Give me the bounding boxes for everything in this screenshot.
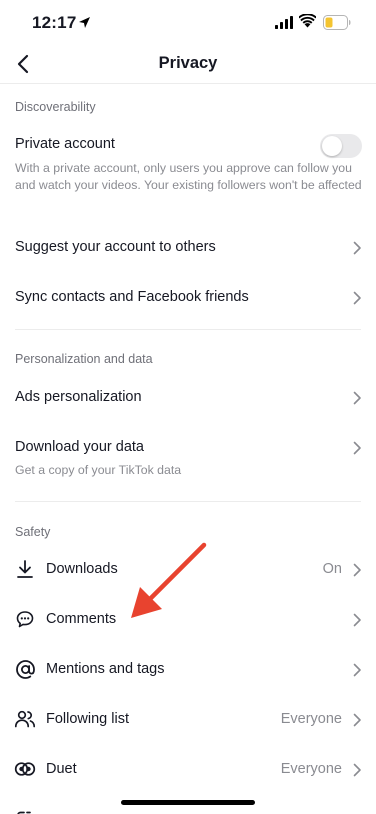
chevron-right-icon	[353, 241, 361, 255]
chevron-right-icon	[353, 763, 361, 777]
private-account-description: With a private account, only users you a…	[15, 161, 362, 192]
at-sign-icon	[14, 658, 36, 680]
duet-row[interactable]: Duet Everyone	[0, 750, 376, 788]
sync-contacts-label: Sync contacts and Facebook friends	[15, 289, 249, 305]
people-icon	[14, 708, 36, 730]
comment-icon	[14, 608, 36, 630]
duet-label: Duet	[46, 761, 77, 777]
following-list-row[interactable]: Following list Everyone	[0, 700, 376, 738]
download-data-description: Get a copy of your TikTok data	[15, 463, 182, 477]
private-account-row: Private account With a private account, …	[0, 128, 376, 212]
chevron-right-icon	[353, 391, 361, 405]
chevron-right-icon	[353, 441, 361, 455]
mentions-tags-label: Mentions and tags	[46, 661, 165, 677]
suggest-account-row[interactable]: Suggest your account to others	[0, 228, 376, 266]
chevron-right-icon	[353, 563, 361, 577]
private-account-label: Private account	[15, 136, 115, 152]
download-icon	[14, 558, 36, 580]
suggest-account-label: Suggest your account to others	[15, 239, 216, 255]
stitch-icon	[16, 806, 34, 814]
downloads-value: On	[322, 561, 342, 577]
divider	[15, 329, 361, 330]
chevron-right-icon	[353, 663, 361, 677]
page-title: Privacy	[158, 54, 218, 72]
duet-value: Everyone	[280, 761, 342, 777]
battery-icon	[323, 15, 351, 30]
private-account-toggle[interactable]	[320, 134, 362, 158]
downloads-label: Downloads	[46, 561, 118, 577]
ads-personalization-label: Ads personalization	[15, 389, 142, 405]
mentions-tags-row[interactable]: Mentions and tags	[0, 650, 376, 688]
following-list-value: Everyone	[280, 711, 342, 727]
comments-label: Comments	[46, 611, 117, 627]
home-indicator[interactable]	[121, 800, 255, 805]
download-data-row[interactable]: Download your data Get a copy of your Ti…	[0, 428, 376, 486]
cellular-signal-icon	[275, 16, 293, 29]
section-header-discoverability: Discoverability	[15, 100, 96, 114]
following-list-label: Following list	[46, 711, 129, 727]
chevron-right-icon	[353, 613, 361, 627]
wifi-icon	[299, 14, 316, 28]
status-time: 12:17	[32, 13, 77, 32]
toggle-knob	[322, 136, 342, 156]
comments-row[interactable]: Comments	[0, 600, 376, 638]
sync-contacts-row[interactable]: Sync contacts and Facebook friends	[0, 278, 376, 316]
navigation-bar: Privacy	[0, 44, 376, 84]
downloads-row[interactable]: Downloads On	[0, 550, 376, 588]
duet-icon	[14, 758, 36, 780]
download-data-label: Download your data	[15, 439, 144, 455]
chevron-right-icon	[353, 291, 361, 305]
status-bar: 12:17	[0, 0, 376, 48]
section-header-safety: Safety	[15, 525, 51, 539]
divider	[15, 501, 361, 502]
section-header-personalization: Personalization and data	[15, 352, 153, 366]
chevron-right-icon	[353, 713, 361, 727]
location-arrow-icon	[79, 17, 90, 28]
ads-personalization-row[interactable]: Ads personalization	[0, 378, 376, 416]
